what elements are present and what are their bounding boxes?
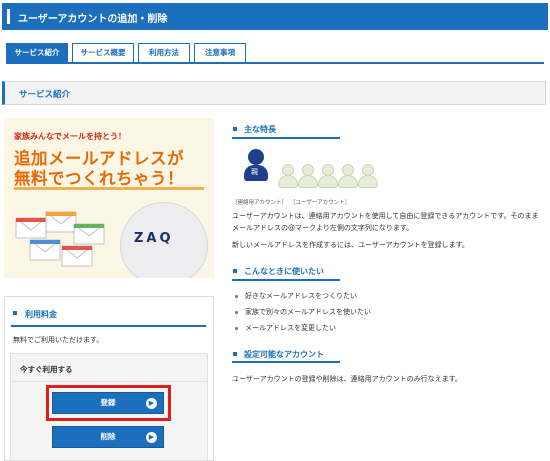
list-item: メールアドレスを変更したい (245, 324, 336, 332)
parent-account-icon: 親 (244, 149, 268, 181)
features-paragraph-1: ユーザーアカウントは、連絡用アカウントを使用して自由に登録できるアカウントです。… (232, 212, 539, 220)
features-title: 主な特長 (244, 125, 276, 134)
page-title: ユーザーアカウントの追加・削除 (18, 14, 168, 25)
promo-tagline: 家族みんなでメールを持とう！ (14, 132, 126, 141)
configurable-underline (232, 361, 340, 363)
envelopes-illustration (15, 211, 105, 267)
page-header: ユーザーアカウントの追加・削除 (2, 3, 548, 30)
header-accent (7, 9, 10, 24)
panel-divider (11, 381, 207, 382)
section-header: サービス紹介 (2, 81, 546, 105)
list-item: 家族で別々のメールアドレスを使いたい (245, 308, 371, 316)
pricing-bullet-icon (13, 311, 17, 315)
tab-notes[interactable]: 注意事項 (194, 43, 246, 62)
features-paragraph-3: 新しいメールアドレスを作成するには、ユーザーアカウントを登録します。 (232, 241, 469, 249)
use-cases-underline (232, 279, 340, 281)
user-account-icon (338, 164, 358, 188)
pricing-underline (11, 325, 206, 327)
promo-divider (14, 187, 204, 190)
list-item: 好きなメールアドレスをつくりたい (245, 292, 357, 300)
tab-service-overview[interactable]: サービス概要 (72, 43, 134, 62)
user-account-icon (298, 164, 318, 188)
list-bullet-icon (235, 311, 238, 314)
pricing-header: 利用料金 (5, 297, 213, 327)
user-account-icon (278, 164, 298, 188)
user-account-icon (358, 164, 378, 188)
features-paragraph-2: メールアドレスの@マークより左側の文字列になります。 (232, 224, 414, 232)
delete-button[interactable]: 削除 ▶ (52, 426, 164, 448)
caption-user-account: ［ユーザーアカウント］ (290, 200, 351, 206)
features-underline (232, 137, 340, 139)
list-bullet-icon (235, 295, 238, 298)
configurable-text: ユーザーアカウントの登録や削除は、連絡用アカウントのみ行なえます。 (232, 375, 462, 383)
tabs-underline (6, 62, 544, 64)
promo-banner: 家族みんなでメールを持とう！ 追加メールアドレスが 無料でつくれちゃう！ ZAQ (4, 118, 214, 278)
pricing-description: 無料でご利用いただけます。 (13, 336, 104, 344)
pricing-title: 利用料金 (25, 310, 57, 319)
list-bullet-icon (235, 327, 238, 330)
caption-parent-account: ［連絡用アカウント］ (232, 200, 288, 206)
mascot-logo: ZAQ (134, 231, 174, 246)
user-account-icon (318, 164, 338, 188)
arrow-right-icon: ▶ (146, 432, 157, 443)
use-cases-title: こんなときに使いたい (244, 267, 324, 276)
use-cases-bullet-icon (233, 269, 237, 273)
promo-headline-2: 無料でつくれちゃう！ (14, 169, 184, 188)
section-title: サービス紹介 (19, 90, 71, 100)
features-bullet-icon (233, 127, 237, 131)
delete-button-label: 削除 (100, 432, 116, 441)
configurable-bullet-icon (233, 352, 237, 356)
configurable-title: 設定可能なアカウント (244, 350, 324, 359)
use-now-label: 今すぐ利用する (20, 365, 73, 374)
tab-service-intro[interactable]: サービス紹介 (6, 43, 68, 62)
parent-badge: 親 (251, 168, 258, 176)
tab-usage[interactable]: 利用方法 (138, 43, 190, 62)
register-highlight-box (46, 385, 171, 421)
